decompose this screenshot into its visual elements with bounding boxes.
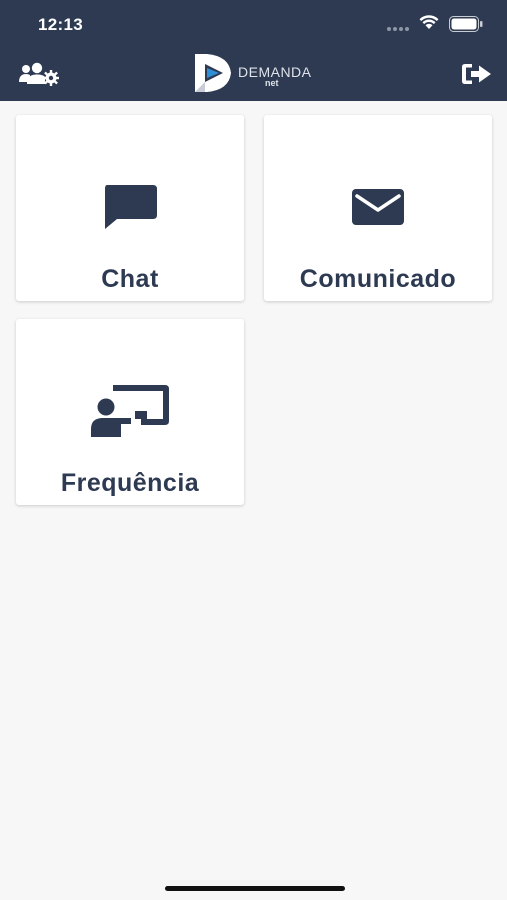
chat-card-label: Chat <box>101 265 159 293</box>
comunicado-card-label: Comunicado <box>299 265 457 293</box>
sign-out-icon[interactable] <box>461 62 493 86</box>
chat-bubble-icon <box>105 185 157 229</box>
chalkboard-teacher-icon <box>91 385 169 437</box>
users-gear-icon[interactable] <box>19 62 59 86</box>
chat-card[interactable]: Chat <box>16 115 244 301</box>
app-header: 12:13 DEMANDA net <box>0 0 507 101</box>
frequencia-card[interactable]: Frequência <box>16 319 244 505</box>
wifi-icon <box>419 15 439 29</box>
comunicado-card[interactable]: Comunicado <box>264 115 492 301</box>
envelope-icon <box>352 189 404 225</box>
cellular-signal-icon <box>387 27 411 31</box>
home-indicator[interactable] <box>165 886 345 891</box>
frequencia-card-label: Frequência <box>60 469 200 497</box>
logo-mark-icon <box>195 54 231 92</box>
battery-icon <box>449 16 483 32</box>
status-time: 12:13 <box>38 15 83 34</box>
logo-subtext: net <box>265 78 279 88</box>
demanda-net-logo: DEMANDA net <box>193 52 318 94</box>
